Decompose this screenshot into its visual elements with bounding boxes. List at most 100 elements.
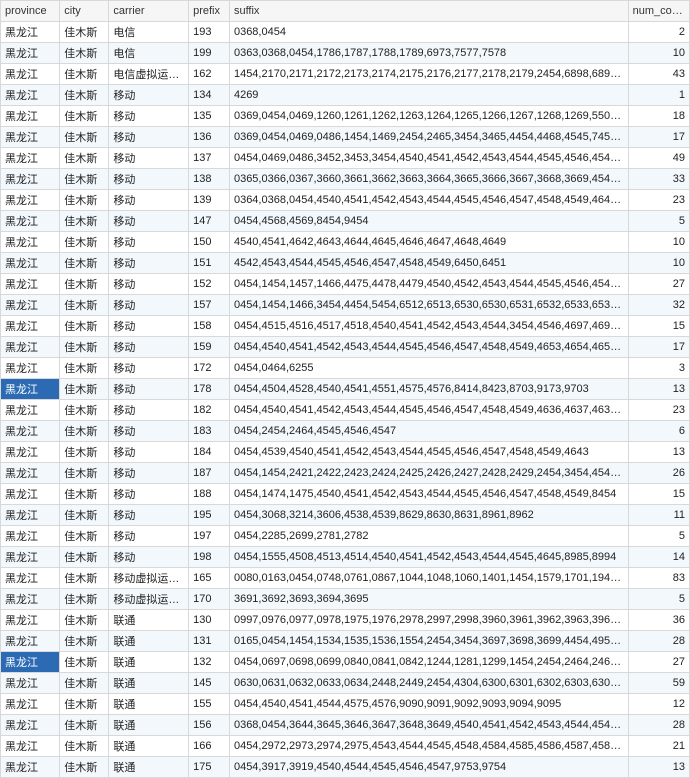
- cell-prefix: 184: [189, 442, 230, 463]
- cell-num-count: 13: [628, 379, 689, 400]
- col-carrier[interactable]: carrier: [109, 1, 189, 22]
- cell-carrier: 联通: [109, 715, 189, 736]
- cell-num-count: 10: [628, 232, 689, 253]
- table-row[interactable]: 黑龙江佳木斯移动1590454,4540,4541,4542,4543,4544…: [1, 337, 690, 358]
- table-row[interactable]: 黑龙江佳木斯移动1380365,0366,0367,3660,3661,3662…: [1, 169, 690, 190]
- cell-num-count: 12: [628, 694, 689, 715]
- cell-num-count: 23: [628, 190, 689, 211]
- table-row[interactable]: 黑龙江佳木斯移动1780454,4504,4528,4540,4541,4551…: [1, 379, 690, 400]
- cell-province: 黑龙江: [1, 484, 60, 505]
- cell-prefix: 199: [189, 43, 230, 64]
- table-row[interactable]: 黑龙江佳木斯移动1870454,1454,2421,2422,2423,2424…: [1, 463, 690, 484]
- cell-carrier: 移动: [109, 274, 189, 295]
- table-row[interactable]: 黑龙江佳木斯移动1580454,4515,4516,4517,4518,4540…: [1, 316, 690, 337]
- cell-prefix: 183: [189, 421, 230, 442]
- cell-city: 佳木斯: [60, 85, 109, 106]
- data-table[interactable]: province city carrier prefix suffix num_…: [0, 0, 690, 778]
- col-province[interactable]: province: [1, 1, 60, 22]
- table-row[interactable]: 黑龙江佳木斯移动1504540,4541,4642,4643,4644,4645…: [1, 232, 690, 253]
- table-row[interactable]: 黑龙江佳木斯移动1370454,0469,0486,3452,3453,3454…: [1, 148, 690, 169]
- cell-suffix: 0454,2285,2699,2781,2782: [229, 526, 628, 547]
- cell-num-count: 5: [628, 589, 689, 610]
- table-row[interactable]: 黑龙江佳木斯电信1990363,0368,0454,1786,1787,1788…: [1, 43, 690, 64]
- cell-province: 黑龙江: [1, 211, 60, 232]
- cell-carrier: 联通: [109, 673, 189, 694]
- cell-city: 佳木斯: [60, 379, 109, 400]
- table-row[interactable]: 黑龙江佳木斯移动1350369,0454,0469,1260,1261,1262…: [1, 106, 690, 127]
- cell-num-count: 83: [628, 568, 689, 589]
- table-row[interactable]: 黑龙江佳木斯联通1560368,0454,3644,3645,3646,3647…: [1, 715, 690, 736]
- cell-prefix: 131: [189, 631, 230, 652]
- cell-prefix: 178: [189, 379, 230, 400]
- table-row[interactable]: 黑龙江佳木斯电信1930368,04542: [1, 22, 690, 43]
- table-row[interactable]: 黑龙江佳木斯移动1390364,0368,0454,4540,4541,4542…: [1, 190, 690, 211]
- cell-city: 佳木斯: [60, 211, 109, 232]
- cell-prefix: 137: [189, 148, 230, 169]
- table-row[interactable]: 黑龙江佳木斯移动1514542,4543,4544,4545,4546,4547…: [1, 253, 690, 274]
- cell-city: 佳木斯: [60, 757, 109, 778]
- cell-city: 佳木斯: [60, 43, 109, 64]
- table-row[interactable]: 黑龙江佳木斯电信虚拟运营商1621454,2170,2171,2172,2173…: [1, 64, 690, 85]
- col-prefix[interactable]: prefix: [189, 1, 230, 22]
- cell-suffix: 0454,1555,4508,4513,4514,4540,4541,4542,…: [229, 547, 628, 568]
- cell-carrier: 移动: [109, 400, 189, 421]
- cell-suffix: 0369,0454,0469,1260,1261,1262,1263,1264,…: [229, 106, 628, 127]
- cell-prefix: 188: [189, 484, 230, 505]
- table-row[interactable]: 黑龙江佳木斯移动1970454,2285,2699,2781,27825: [1, 526, 690, 547]
- table-row[interactable]: 黑龙江佳木斯移动虚拟运营商1650080,0163,0454,0748,0761…: [1, 568, 690, 589]
- table-row[interactable]: 黑龙江佳木斯移动1570454,1454,1466,3454,4454,5454…: [1, 295, 690, 316]
- table-row[interactable]: 黑龙江佳木斯移动1470454,4568,4569,8454,94545: [1, 211, 690, 232]
- table-row[interactable]: 黑龙江佳木斯移动1950454,3068,3214,3606,4538,4539…: [1, 505, 690, 526]
- cell-suffix: 0454,4540,4541,4542,4543,4544,4545,4546,…: [229, 400, 628, 421]
- cell-num-count: 33: [628, 169, 689, 190]
- cell-province: 黑龙江: [1, 358, 60, 379]
- cell-suffix: 0454,3068,3214,3606,4538,4539,8629,8630,…: [229, 505, 628, 526]
- table-row[interactable]: 黑龙江佳木斯移动1820454,4540,4541,4542,4543,4544…: [1, 400, 690, 421]
- table-row[interactable]: 黑龙江佳木斯联通1450630,0631,0632,0633,0634,2448…: [1, 673, 690, 694]
- table-row[interactable]: 黑龙江佳木斯移动1830454,2454,2464,4545,4546,4547…: [1, 421, 690, 442]
- cell-carrier: 移动: [109, 463, 189, 484]
- table-row[interactable]: 黑龙江佳木斯联通1750454,3917,3919,4540,4544,4545…: [1, 757, 690, 778]
- table-row[interactable]: 黑龙江佳木斯移动1720454,0464,62553: [1, 358, 690, 379]
- cell-num-count: 36: [628, 610, 689, 631]
- cell-prefix: 139: [189, 190, 230, 211]
- cell-city: 佳木斯: [60, 337, 109, 358]
- cell-num-count: 59: [628, 673, 689, 694]
- table-row[interactable]: 黑龙江佳木斯联通1300997,0976,0977,0978,1975,1976…: [1, 610, 690, 631]
- cell-carrier: 移动: [109, 547, 189, 568]
- table-row[interactable]: 黑龙江佳木斯移动13442691: [1, 85, 690, 106]
- cell-suffix: 0454,4504,4528,4540,4541,4551,4575,4576,…: [229, 379, 628, 400]
- cell-prefix: 187: [189, 463, 230, 484]
- cell-city: 佳木斯: [60, 64, 109, 85]
- table-row[interactable]: 黑龙江佳木斯联通1320454,0697,0698,0699,0840,0841…: [1, 652, 690, 673]
- cell-num-count: 6: [628, 421, 689, 442]
- cell-prefix: 156: [189, 715, 230, 736]
- col-city[interactable]: city: [60, 1, 109, 22]
- cell-province: 黑龙江: [1, 631, 60, 652]
- cell-prefix: 159: [189, 337, 230, 358]
- table-row[interactable]: 黑龙江佳木斯移动1980454,1555,4508,4513,4514,4540…: [1, 547, 690, 568]
- col-suffix[interactable]: suffix: [229, 1, 628, 22]
- table-row[interactable]: 黑龙江佳木斯移动虚拟运营商1703691,3692,3693,3694,3695…: [1, 589, 690, 610]
- table-row[interactable]: 黑龙江佳木斯移动1840454,4539,4540,4541,4542,4543…: [1, 442, 690, 463]
- cell-province: 黑龙江: [1, 736, 60, 757]
- cell-suffix: 0454,4539,4540,4541,4542,4543,4544,4545,…: [229, 442, 628, 463]
- table-row[interactable]: 黑龙江佳木斯移动1880454,1474,1475,4540,4541,4542…: [1, 484, 690, 505]
- cell-city: 佳木斯: [60, 127, 109, 148]
- table-row[interactable]: 黑龙江佳木斯联通1310165,0454,1454,1534,1535,1536…: [1, 631, 690, 652]
- cell-carrier: 移动: [109, 253, 189, 274]
- col-num-count[interactable]: num_count: [628, 1, 689, 22]
- cell-carrier: 移动: [109, 358, 189, 379]
- cell-city: 佳木斯: [60, 463, 109, 484]
- table-row[interactable]: 黑龙江佳木斯联通1550454,4540,4541,4544,4575,4576…: [1, 694, 690, 715]
- table-row[interactable]: 黑龙江佳木斯联通1660454,2972,2973,2974,2975,4543…: [1, 736, 690, 757]
- cell-prefix: 155: [189, 694, 230, 715]
- cell-num-count: 10: [628, 253, 689, 274]
- cell-city: 佳木斯: [60, 421, 109, 442]
- cell-num-count: 15: [628, 316, 689, 337]
- table-row[interactable]: 黑龙江佳木斯移动1520454,1454,1457,1466,4475,4478…: [1, 274, 690, 295]
- cell-prefix: 175: [189, 757, 230, 778]
- cell-province: 黑龙江: [1, 547, 60, 568]
- table-row[interactable]: 黑龙江佳木斯移动1360369,0454,0469,0486,1454,1469…: [1, 127, 690, 148]
- cell-suffix: 0365,0366,0367,3660,3661,3662,3663,3664,…: [229, 169, 628, 190]
